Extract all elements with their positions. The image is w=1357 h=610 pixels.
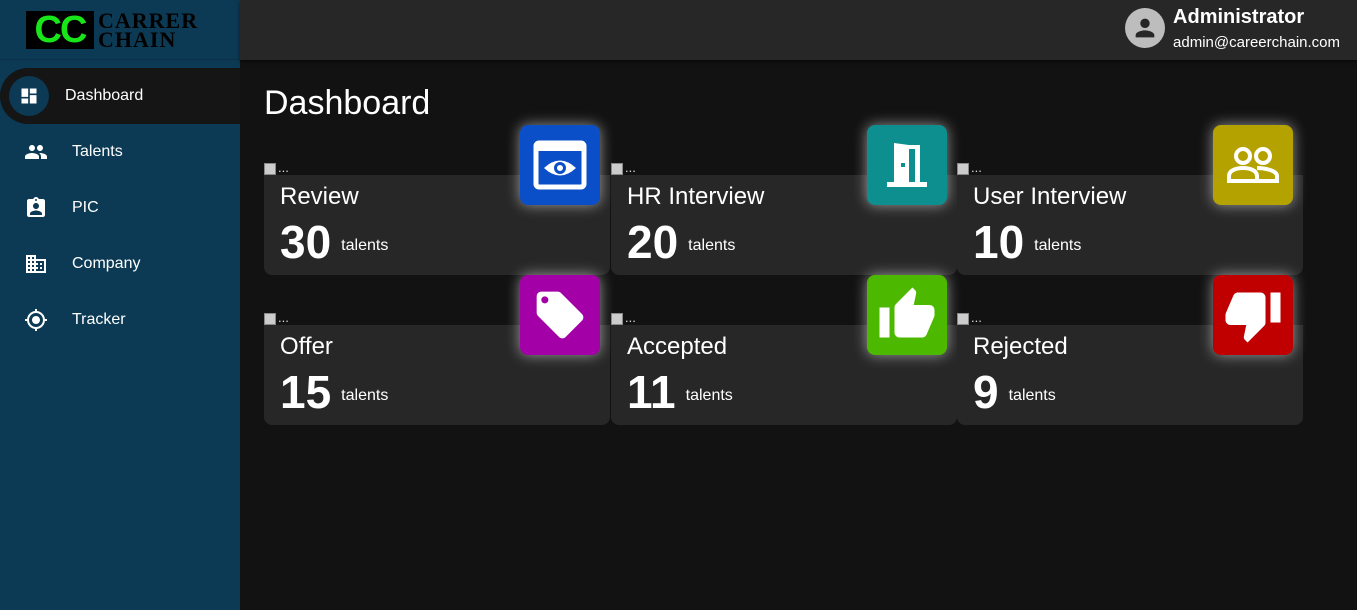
sidebar-item-label: Company bbox=[72, 255, 141, 272]
card-unit: talents bbox=[1034, 237, 1082, 254]
avatar[interactable] bbox=[1125, 8, 1166, 48]
card-badge bbox=[1213, 275, 1293, 355]
card-badge bbox=[520, 125, 600, 205]
card-title: User Interview bbox=[973, 183, 1127, 210]
thumbs-up-icon bbox=[879, 287, 935, 338]
stat-card-rejected[interactable]: ... Rejected 9 talents bbox=[957, 275, 1303, 425]
card-badge bbox=[1213, 125, 1293, 205]
card-badge bbox=[867, 125, 947, 205]
card-unit: talents bbox=[685, 387, 733, 404]
broken-image: ... bbox=[264, 305, 294, 325]
card-count: 15 talents bbox=[280, 366, 389, 418]
card-badge bbox=[867, 275, 947, 355]
card-unit: talents bbox=[341, 237, 389, 254]
user-menu[interactable]: Administrator admin@careerchain.com bbox=[1125, 6, 1340, 51]
card-badge bbox=[520, 275, 600, 355]
stat-card-user-interview[interactable]: ... User Interview 10 talents bbox=[957, 125, 1303, 275]
card-count: 20 talents bbox=[627, 216, 736, 268]
people-icon bbox=[24, 140, 48, 164]
person-icon bbox=[1135, 18, 1155, 38]
page-title: Dashboard bbox=[264, 84, 431, 122]
sidebar-item-label: Dashboard bbox=[65, 87, 144, 104]
stat-card-offer[interactable]: ... Offer 15 talents bbox=[264, 275, 610, 425]
top-bar: Administrator admin@careerchain.com bbox=[240, 0, 1357, 60]
app-logo[interactable]: CC CARRER CHAIN bbox=[0, 0, 240, 60]
broken-image: ... bbox=[957, 155, 987, 175]
broken-image: ... bbox=[611, 155, 641, 175]
card-title: Accepted bbox=[627, 333, 728, 360]
sidebar: CC CARRER CHAIN Dashboard Talents PIC Co… bbox=[0, 0, 240, 610]
card-title: Rejected bbox=[973, 333, 1068, 360]
user-info: Administrator admin@careerchain.com bbox=[1173, 6, 1340, 51]
user-email: admin@careerchain.com bbox=[1173, 34, 1340, 51]
logo-mark: CC bbox=[26, 10, 94, 49]
stat-card-review[interactable]: ... Review 30 talents bbox=[264, 125, 610, 275]
card-count: 30 talents bbox=[280, 216, 389, 268]
card-unit: talents bbox=[1008, 387, 1056, 404]
user-name: Administrator bbox=[1173, 6, 1305, 28]
card-title: HR Interview bbox=[627, 183, 765, 210]
card-count: 9 talents bbox=[973, 366, 1056, 418]
sidebar-item-company[interactable]: Company bbox=[0, 236, 240, 292]
stat-card-hr-interview[interactable]: ... HR Interview 20 talents bbox=[611, 125, 957, 275]
sidebar-nav: Dashboard Talents PIC Company Tracker bbox=[0, 68, 240, 348]
sidebar-item-label: Talents bbox=[72, 143, 123, 160]
card-unit: talents bbox=[341, 387, 389, 404]
card-title: Offer bbox=[280, 333, 333, 360]
card-count: 10 talents bbox=[973, 216, 1082, 268]
group-icon bbox=[1227, 147, 1279, 183]
card-title: Review bbox=[280, 183, 359, 210]
crosshair-icon bbox=[24, 308, 48, 332]
sidebar-item-pic[interactable]: PIC bbox=[0, 180, 240, 236]
thumbs-down-icon bbox=[1225, 292, 1281, 343]
stat-card-accepted[interactable]: ... Accepted 11 talents bbox=[611, 275, 957, 425]
card-count: 11 talents bbox=[627, 366, 733, 418]
company-icon bbox=[24, 252, 48, 276]
sidebar-item-talents[interactable]: Talents bbox=[0, 124, 240, 180]
sidebar-item-tracker[interactable]: Tracker bbox=[0, 292, 240, 348]
sidebar-item-dashboard[interactable]: Dashboard bbox=[0, 68, 240, 124]
broken-image: ... bbox=[957, 305, 987, 325]
logo-text: CARRER CHAIN bbox=[98, 7, 199, 52]
door-icon bbox=[887, 143, 927, 187]
sidebar-item-label: Tracker bbox=[72, 311, 126, 328]
sidebar-item-label: PIC bbox=[72, 199, 99, 216]
badge-icon bbox=[24, 196, 48, 220]
dashboard-icon bbox=[17, 84, 41, 108]
eye-icon bbox=[533, 140, 587, 190]
tag-icon bbox=[536, 291, 584, 339]
broken-image: ... bbox=[611, 305, 641, 325]
card-unit: talents bbox=[688, 237, 736, 254]
broken-image: ... bbox=[264, 155, 294, 175]
